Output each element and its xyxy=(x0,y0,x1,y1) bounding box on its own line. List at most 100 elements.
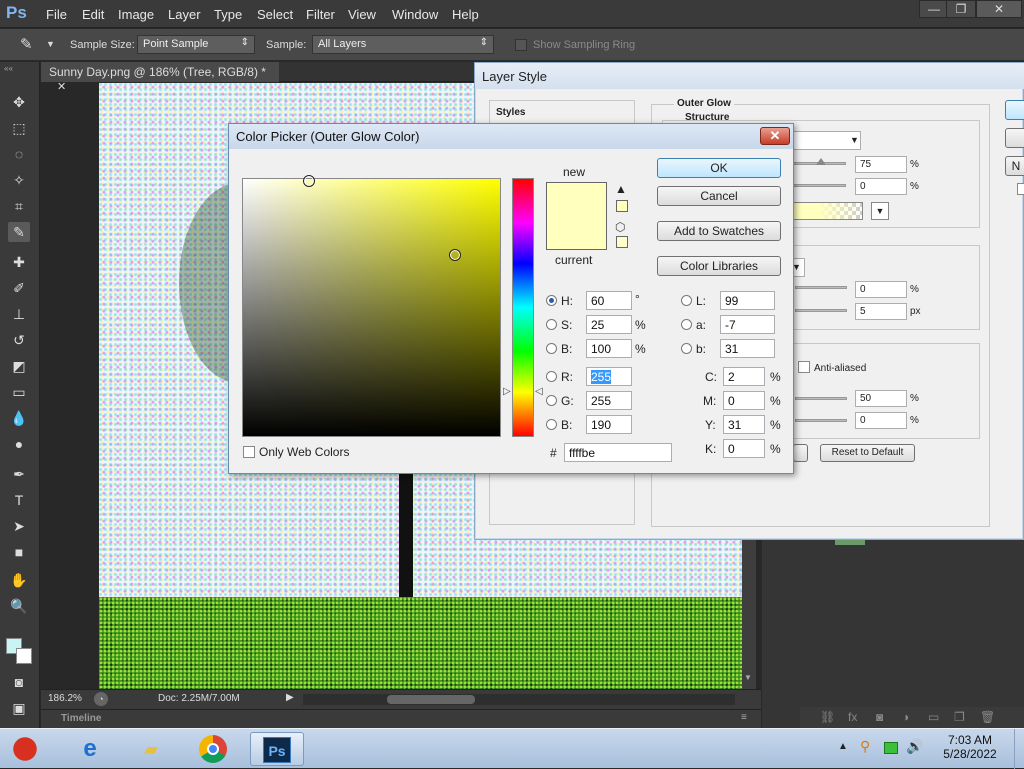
type-tool-icon[interactable]: T xyxy=(8,490,30,510)
healing-brush-tool-icon[interactable]: ✚ xyxy=(8,252,30,272)
b-channel-input[interactable]: 31 xyxy=(720,339,775,358)
menu-help[interactable]: Help xyxy=(452,7,479,22)
blue-radio[interactable] xyxy=(546,419,557,430)
group-folder-icon[interactable]: ▭ xyxy=(928,710,939,724)
horizontal-scrollbar[interactable] xyxy=(303,694,735,705)
zoom-level[interactable]: 186.2% xyxy=(48,693,82,704)
range-slider[interactable] xyxy=(795,397,847,400)
spread-slider[interactable] xyxy=(795,286,847,289)
screen-mode-icon[interactable]: ▣ xyxy=(8,698,30,718)
green-radio[interactable] xyxy=(546,395,557,406)
new-layer-icon[interactable]: ❐ xyxy=(954,710,965,724)
mask-icon[interactable]: ◙ xyxy=(876,710,883,724)
path-select-tool-icon[interactable]: ➤ xyxy=(8,516,30,536)
menu-image[interactable]: Image xyxy=(118,7,154,22)
tray-expand-icon[interactable]: ▲ xyxy=(838,741,848,752)
saturation-input[interactable]: 25 xyxy=(586,315,632,334)
green-input[interactable]: 255 xyxy=(586,391,632,410)
system-clock[interactable]: 7:03 AM 5/28/2022 xyxy=(930,733,1010,761)
hue-slider-right-arrow-icon[interactable]: ◁ xyxy=(535,386,543,397)
shape-tool-icon[interactable]: ■ xyxy=(8,542,30,562)
styles-label[interactable]: Styles xyxy=(496,107,525,118)
brightness-radio[interactable] xyxy=(546,343,557,354)
red-radio[interactable] xyxy=(546,371,557,382)
adjustment-icon[interactable]: ◑ xyxy=(902,710,909,724)
eyedropper-tool-icon[interactable]: ✎ xyxy=(8,222,30,242)
reset-to-default-button[interactable]: Reset to Default xyxy=(820,444,915,462)
tool-preset-chevron-down-icon[interactable]: ▼ xyxy=(46,39,55,49)
menu-window[interactable]: Window xyxy=(392,7,438,22)
color-picker-close-button[interactable]: ✕ xyxy=(760,127,790,145)
size-slider[interactable] xyxy=(795,309,847,312)
spread-input[interactable]: 0 xyxy=(855,281,907,298)
file-explorer-icon[interactable]: ▰ xyxy=(127,732,175,766)
cancel-button[interactable]: Cancel xyxy=(657,186,781,206)
start-button-angry-bird-icon[interactable] xyxy=(2,732,48,766)
hand-tool-icon[interactable]: ✋ xyxy=(8,570,30,590)
sample-select[interactable]: All Layers ⇕ xyxy=(312,35,494,54)
jitter-slider[interactable] xyxy=(795,419,847,422)
gamut-color-swatch[interactable] xyxy=(616,200,628,212)
pen-tool-icon[interactable]: ✒ xyxy=(8,464,30,484)
menu-view[interactable]: View xyxy=(348,7,376,22)
opacity-slider-handle[interactable] xyxy=(816,158,826,165)
layer-style-cancel-button[interactable] xyxy=(1005,128,1024,148)
tray-volume-icon[interactable]: 🔊 xyxy=(906,738,923,755)
gradient-tool-icon[interactable]: ▭ xyxy=(8,382,30,402)
color-field-marker[interactable] xyxy=(303,175,315,187)
photoshop-taskbar-button[interactable]: Ps xyxy=(250,732,304,766)
web-safe-color-swatch[interactable] xyxy=(616,236,628,248)
hue-radio[interactable] xyxy=(546,295,557,306)
layer-style-ok-button[interactable] xyxy=(1005,100,1024,120)
a-channel-input[interactable]: -7 xyxy=(720,315,775,334)
saturation-radio[interactable] xyxy=(546,319,557,330)
magenta-input[interactable]: 0 xyxy=(723,391,765,410)
minimize-button[interactable]: — xyxy=(919,0,949,18)
menu-select[interactable]: Select xyxy=(257,7,293,22)
web-safe-cube-icon[interactable]: ⬡ xyxy=(615,220,625,234)
gradient-chevron-down-icon[interactable]: ▼ xyxy=(871,202,889,220)
collapse-icon[interactable]: «« xyxy=(4,64,13,73)
yellow-input[interactable]: 31 xyxy=(723,415,765,434)
cyan-input[interactable]: 2 xyxy=(723,367,765,386)
anti-aliased-checkbox[interactable] xyxy=(798,361,810,373)
noise-slider[interactable] xyxy=(791,184,846,187)
close-button[interactable]: ✕ xyxy=(976,0,1022,18)
hex-input[interactable]: ffffbe xyxy=(564,443,672,462)
menu-file[interactable]: File xyxy=(46,7,67,22)
link-layers-icon[interactable]: ⛓ xyxy=(820,710,835,724)
lightness-radio[interactable] xyxy=(681,295,692,306)
range-input[interactable]: 50 xyxy=(855,390,907,407)
layer-style-new-style-button[interactable]: N xyxy=(1005,156,1024,176)
only-web-colors-checkbox[interactable] xyxy=(243,446,255,458)
menu-edit[interactable]: Edit xyxy=(82,7,104,22)
background-color-swatch[interactable] xyxy=(16,648,32,664)
status-menu-arrow-icon[interactable]: ▶ xyxy=(286,692,294,703)
color-field[interactable] xyxy=(242,178,501,437)
menu-layer[interactable]: Layer xyxy=(168,7,201,22)
history-brush-tool-icon[interactable]: ↺ xyxy=(8,330,30,350)
glow-gradient-preview[interactable] xyxy=(791,202,863,220)
dodge-tool-icon[interactable]: ● xyxy=(8,434,30,454)
b-channel-radio[interactable] xyxy=(681,343,692,354)
brush-tool-icon[interactable]: ✐ xyxy=(8,278,30,298)
marquee-tool-icon[interactable]: ⬚ xyxy=(8,118,30,138)
document-tab[interactable]: Sunny Day.png @ 186% (Tree, RGB/8) * ✕ xyxy=(41,62,279,93)
show-sampling-ring-checkbox[interactable] xyxy=(515,39,527,51)
eraser-tool-icon[interactable]: ◩ xyxy=(8,356,30,376)
zoom-tool-icon[interactable]: 🔍 xyxy=(8,596,30,616)
menu-type[interactable]: Type xyxy=(214,7,242,22)
hue-slider[interactable] xyxy=(512,178,534,437)
blue-input[interactable]: 190 xyxy=(586,415,632,434)
panel-menu-icon[interactable]: ≡ xyxy=(741,712,747,723)
quick-mask-icon[interactable]: ◙ xyxy=(8,672,30,692)
quick-select-tool-icon[interactable]: ✧ xyxy=(8,170,30,190)
layer-style-preview-checkbox[interactable] xyxy=(1017,183,1024,195)
ok-button[interactable]: OK xyxy=(657,158,781,178)
blend-mode-select[interactable]: ▼ xyxy=(791,131,861,150)
restore-button[interactable]: ❐ xyxy=(946,0,976,18)
fx-icon[interactable]: fx xyxy=(848,710,857,724)
opacity-input[interactable]: 75 xyxy=(855,156,907,173)
horizontal-scroll-thumb[interactable] xyxy=(387,695,475,704)
current-color-swatch[interactable] xyxy=(547,216,606,249)
